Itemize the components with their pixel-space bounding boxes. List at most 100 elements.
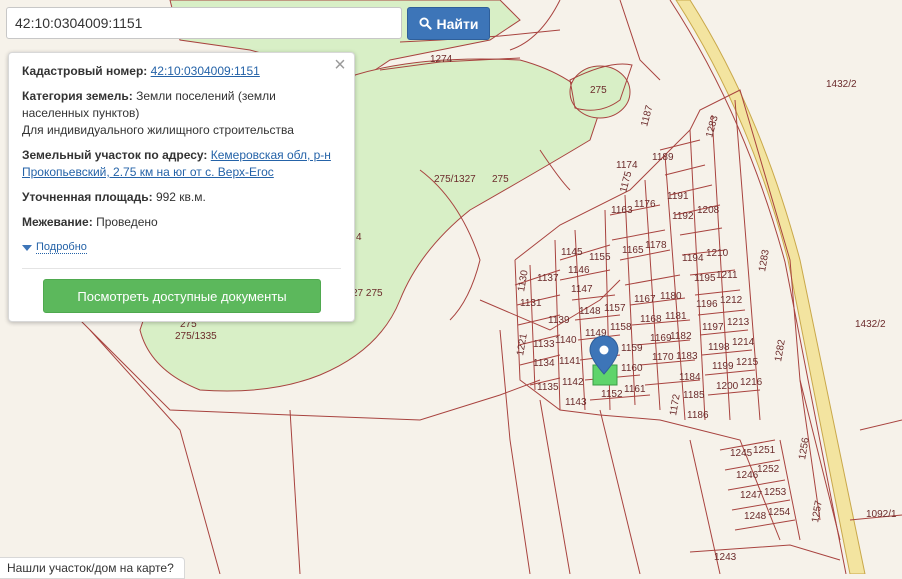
found-on-map-tab[interactable]: Нашли участок/дом на карте?: [0, 557, 185, 579]
map-label: 1181: [665, 311, 687, 322]
address-link-cont[interactable]: Прокопьевский, 2.75 км на юг от с. Верх-…: [22, 165, 274, 179]
map-label: 1192: [672, 211, 694, 222]
map-label: 1169: [650, 333, 672, 344]
map-label: 1432/2: [855, 319, 886, 330]
map-label: 1243: [714, 552, 737, 563]
parcel-info-popup: × Кадастровый номер: 42:10:0304009:1151 …: [8, 52, 355, 322]
map-label: 1170: [652, 352, 674, 363]
map-label: 275/1327: [434, 174, 476, 185]
map-label: 1253: [764, 487, 787, 498]
map-label: 1252: [757, 464, 780, 475]
map-label: 275: [492, 174, 509, 185]
cadastral-number-link[interactable]: 42:10:0304009:1151: [151, 64, 260, 78]
map-label: 1163: [611, 205, 633, 216]
close-icon[interactable]: ×: [332, 55, 348, 75]
map-label: 1185: [683, 390, 705, 401]
map-label: 1199: [712, 361, 734, 372]
map-label: 1213: [727, 317, 750, 328]
map-label: 1216: [740, 377, 763, 388]
land-category-value: Земли поселений (земли: [136, 89, 276, 103]
land-category-row: Категория земель: Земли поселений (земли…: [22, 88, 342, 139]
address-label: Земельный участок по адресу:: [22, 148, 208, 162]
map-label: 1092/1: [866, 509, 897, 520]
survey-row: Межевание: Проведено: [22, 214, 158, 231]
land-use-value: Для индивидуального жилищного строительс…: [22, 123, 294, 137]
map-label: 1145: [561, 247, 583, 258]
map-label: 1140: [555, 335, 577, 346]
map-label: 1195: [694, 273, 716, 284]
map-label: 1159: [621, 343, 643, 354]
map-label: 4: [356, 232, 362, 243]
map-label: 1137: [537, 273, 559, 284]
map-label: 1183: [676, 351, 698, 362]
map-label: 1245: [730, 448, 753, 459]
search-button[interactable]: Найти: [407, 7, 490, 40]
map-label: 1180: [660, 291, 682, 302]
map-label: 1246: [736, 470, 759, 481]
map-label: 1274: [430, 54, 453, 65]
map-label: 1432/2: [826, 79, 857, 90]
map-label: 1174: [616, 160, 638, 171]
area-label: Уточненная площадь:: [22, 190, 153, 204]
map-label: 1198: [708, 342, 730, 353]
map-label: 1161: [624, 384, 646, 395]
cadastral-number-row: Кадастровый номер: 42:10:0304009:1151: [22, 63, 260, 80]
map-label: 1148: [579, 306, 601, 317]
map-label: 1178: [645, 240, 667, 251]
map-label: 1210: [706, 248, 729, 259]
map-label: 275: [590, 85, 607, 96]
map-label: 1168: [640, 314, 662, 325]
map-label: 27 275: [352, 288, 383, 299]
map-label: 1186: [687, 410, 709, 421]
map-label: 1182: [670, 331, 692, 342]
map-label: 1191: [667, 191, 689, 202]
area-row: Уточненная площадь: 992 кв.м.: [22, 189, 206, 206]
area-value: 992 кв.м.: [155, 190, 206, 204]
map-label: 1208: [697, 205, 720, 216]
map-label: 1247: [740, 490, 763, 501]
map-label: 1251: [753, 445, 776, 456]
details-link[interactable]: Подробно: [22, 241, 87, 254]
map-label: 1141: [559, 356, 581, 367]
map-label: 1212: [720, 295, 743, 306]
map-label: 1158: [610, 322, 632, 333]
map-label: 1133: [533, 339, 555, 350]
map-label: 1134: [533, 358, 555, 369]
search-button-label: Найти: [436, 15, 479, 32]
map-label: 1215: [736, 357, 759, 368]
map-label: 1248: [744, 511, 767, 522]
map-label: 1142: [562, 377, 584, 388]
map-label: 1176: [634, 199, 656, 210]
triangle-down-icon: [22, 244, 32, 251]
map-label: 1200: [716, 381, 739, 392]
map-label: 1147: [571, 284, 593, 295]
details-link-label: Подробно: [36, 241, 87, 254]
view-documents-button[interactable]: Посмотреть доступные документы: [43, 279, 321, 313]
map-label: 1184: [679, 372, 701, 383]
map-label: 1152: [601, 389, 623, 400]
map-label: 1139: [548, 315, 570, 326]
cadastral-number-label: Кадастровый номер:: [22, 64, 148, 78]
map-label: 1155: [589, 252, 611, 263]
map-label: 1196: [696, 299, 718, 310]
map-label: 1254: [768, 507, 791, 518]
map-label: 1146: [568, 265, 590, 276]
map-label: 1211: [716, 270, 738, 281]
map-label: 1189: [652, 152, 674, 163]
popup-divider: [22, 268, 341, 269]
address-row: Земельный участок по адресу: Кемеровская…: [22, 147, 347, 181]
map-label: 1165: [622, 245, 644, 256]
survey-value: Проведено: [96, 215, 158, 229]
survey-label: Межевание:: [22, 215, 93, 229]
map-label: 1160: [621, 363, 643, 374]
land-category-value-cont: населенных пунктов): [22, 106, 140, 120]
map-label: 1143: [565, 397, 587, 408]
map-label: 1135: [537, 382, 559, 393]
map-label: 1197: [702, 322, 724, 333]
map-label: 1157: [604, 303, 626, 314]
address-link[interactable]: Кемеровская обл, р-н: [211, 148, 331, 162]
map-label: 1167: [634, 294, 656, 305]
land-category-label: Категория земель:: [22, 89, 133, 103]
map-label: 1214: [732, 337, 755, 348]
search-input[interactable]: [6, 7, 402, 39]
